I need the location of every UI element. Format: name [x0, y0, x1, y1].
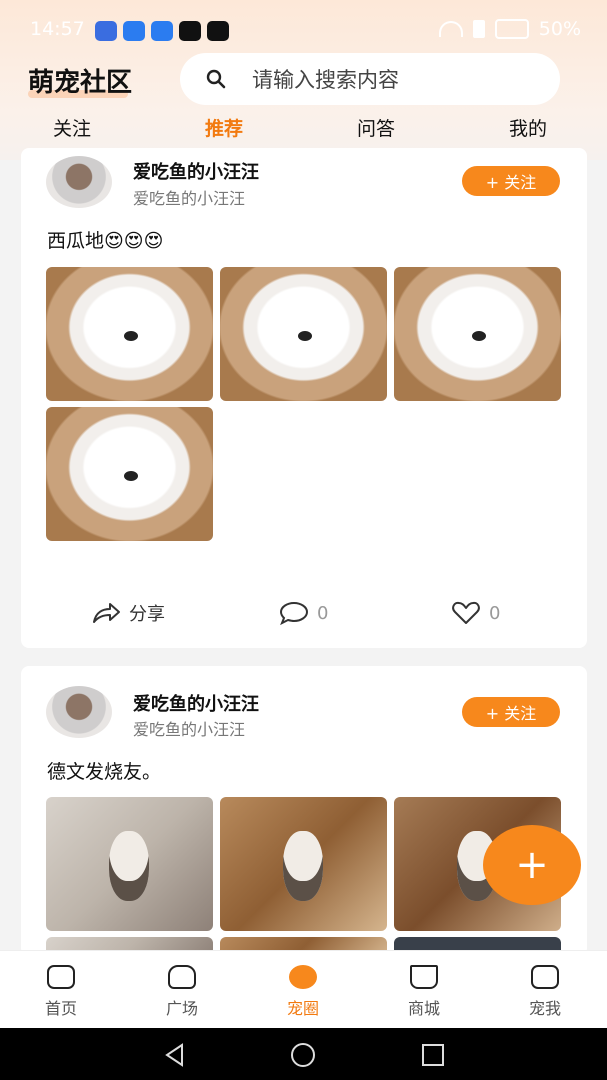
tiktok-icon [207, 21, 229, 41]
shield-app-icon [151, 21, 173, 41]
post-card[interactable]: 爱吃鱼的小汪汪 爱吃鱼的小汪汪 + 关注 西瓜地😍😍😍 分享 0 0 [21, 148, 587, 648]
post-photo[interactable] [46, 797, 213, 931]
like-button[interactable]: 0 [451, 600, 500, 626]
create-post-button[interactable]: + [483, 825, 581, 905]
home-circle-icon[interactable] [290, 1042, 316, 1068]
app-title: 萌宠社区 [28, 68, 133, 98]
bottom-nav: 首页 广场 宠圈 商城 宠我 [0, 950, 607, 1029]
follow-button[interactable]: + 关注 [462, 166, 560, 196]
back-icon[interactable] [162, 1042, 188, 1068]
nav-label: 广场 [165, 999, 198, 1018]
follow-button[interactable]: + 关注 [462, 697, 560, 727]
nav-label: 首页 [44, 999, 77, 1018]
smile-icon [531, 965, 559, 989]
nav-pet-circle[interactable]: 宠圈 [258, 965, 348, 1019]
post-text: 德文发烧友。 [47, 761, 162, 783]
nav-label: 宠圈 [286, 999, 319, 1018]
search-placeholder: 请输入搜索内容 [252, 68, 399, 92]
heart-icon [452, 601, 480, 624]
tiktok-icon [179, 21, 201, 41]
sim-icon [472, 20, 485, 38]
system-nav-bar [0, 1028, 607, 1080]
tab-qa[interactable]: 问答 [357, 114, 395, 141]
status-time: 14:57 [30, 18, 85, 40]
shield-app-icon [123, 21, 145, 41]
search-icon [206, 69, 226, 89]
home-icon [47, 965, 75, 989]
like-count: 0 [489, 602, 501, 624]
post-photo[interactable] [46, 267, 213, 401]
tab-recommend[interactable]: 推荐 [205, 114, 243, 141]
comment-icon [279, 601, 309, 626]
avatar[interactable] [46, 156, 112, 208]
share-button[interactable]: 分享 [91, 600, 165, 626]
nav-square[interactable]: 广场 [137, 965, 227, 1019]
battery-percent: 50% [538, 18, 581, 40]
post-photo[interactable] [46, 407, 213, 541]
post-photo[interactable] [394, 267, 561, 401]
cart-icon [410, 965, 438, 989]
search-bar[interactable]: 请输入搜索内容 [180, 53, 560, 105]
planet-icon [289, 965, 317, 989]
post-username[interactable]: 爱吃鱼的小汪汪 [133, 690, 259, 716]
comment-count: 0 [317, 602, 329, 624]
post-text: 西瓜地😍😍😍 [47, 230, 164, 252]
nav-shop[interactable]: 商城 [379, 965, 469, 1019]
square-icon [168, 965, 196, 989]
post-photo[interactable] [220, 267, 387, 401]
nav-label: 宠我 [528, 999, 561, 1018]
nav-me[interactable]: 宠我 [500, 965, 590, 1019]
post-photo[interactable] [220, 797, 387, 931]
share-label: 分享 [129, 604, 165, 625]
battery-icon [494, 19, 529, 39]
status-bar: 14:57 50% [0, 0, 607, 60]
recents-icon[interactable] [420, 1042, 446, 1068]
tab-mine[interactable]: 我的 [509, 114, 547, 141]
comment-button[interactable]: 0 [279, 600, 328, 626]
share-icon [93, 603, 120, 623]
nav-home[interactable]: 首页 [16, 965, 106, 1019]
nav-label: 商城 [407, 999, 440, 1018]
post-card[interactable]: 爱吃鱼的小汪汪 爱吃鱼的小汪汪 + 关注 德文发烧友。 [21, 666, 587, 957]
post-subtitle: 爱吃鱼的小汪汪 [133, 720, 246, 739]
wifi-icon [438, 21, 463, 37]
honor-app-icon [95, 21, 117, 41]
post-username[interactable]: 爱吃鱼的小汪汪 [133, 158, 259, 184]
avatar[interactable] [46, 686, 112, 738]
post-subtitle: 爱吃鱼的小汪汪 [133, 189, 246, 208]
tab-follow[interactable]: 关注 [53, 114, 91, 141]
